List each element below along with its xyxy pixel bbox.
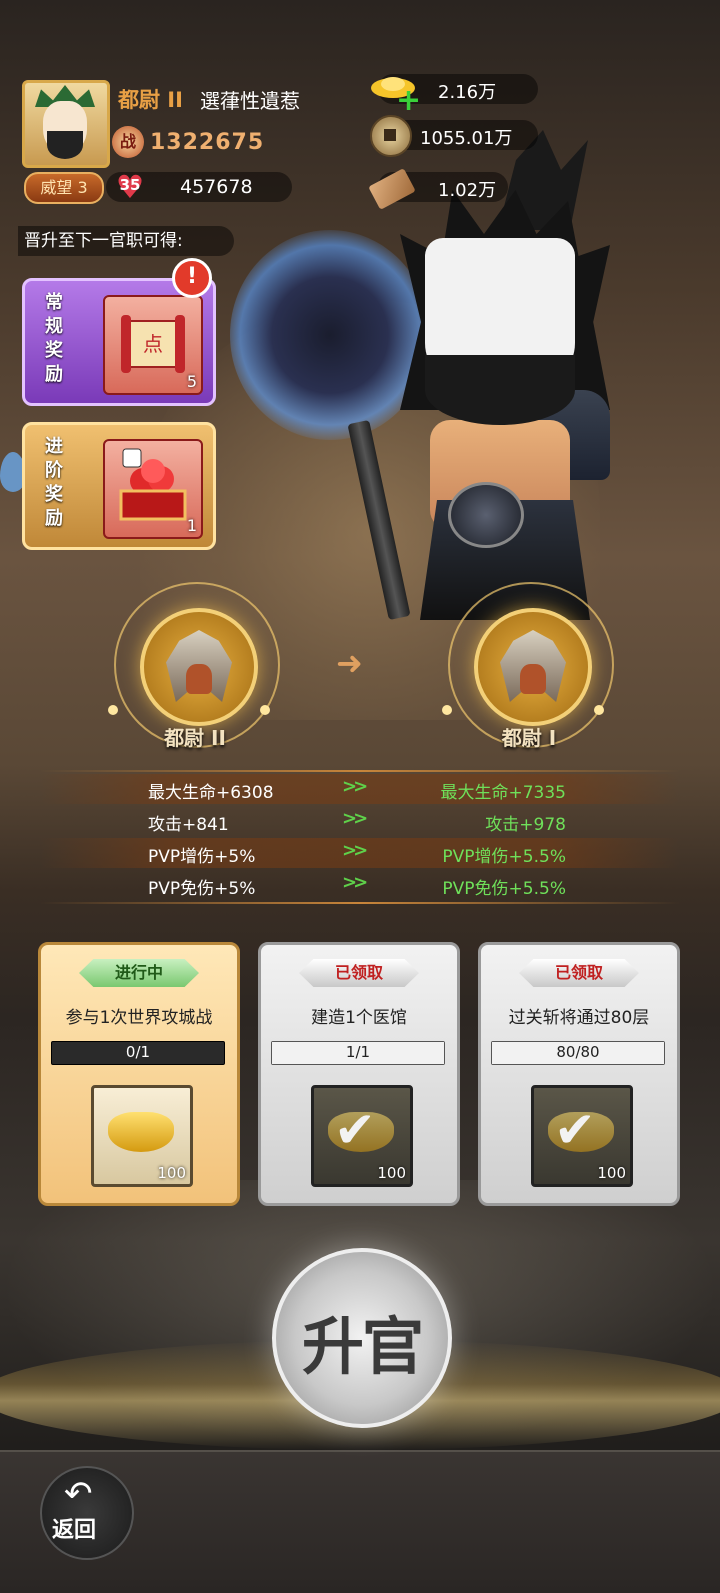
task-progress-text: 1/1 <box>345 1043 371 1061</box>
resource-wood-value: 1.02万 <box>438 180 497 201</box>
player-avatar[interactable] <box>22 80 110 168</box>
next-rank-medal <box>474 608 592 726</box>
task-status-tag: 进行中 <box>79 959 199 987</box>
stat-row: PVP增伤+5% >> PVP增伤+5.5% <box>40 838 680 868</box>
copper-coin-icon <box>370 115 412 157</box>
task-progress-bar: 0/1 <box>51 1041 225 1065</box>
current-rank-label: 都尉 II <box>164 726 226 750</box>
arrow-right-icon: ➜ <box>336 644 363 682</box>
double-arrow-icon: >> <box>342 872 368 893</box>
task-reward-slot: ✔ 100 <box>311 1085 413 1187</box>
double-arrow-icon: >> <box>342 840 368 861</box>
promote-button-label: 升官 <box>301 1310 424 1383</box>
task-reward-slot[interactable]: 100 <box>91 1085 193 1187</box>
task-description: 参与1次世界攻城战 <box>65 1008 213 1028</box>
task-progress-text: 80/80 <box>556 1043 600 1061</box>
combat-power-icon: 战 <box>112 126 144 158</box>
task-progress-text: 0/1 <box>125 1043 151 1061</box>
next-rank-label: 都尉 I <box>501 726 557 750</box>
double-arrow-icon: >> <box>342 808 368 829</box>
checkmark-icon: ✔ <box>554 1101 596 1159</box>
stat-next: PVP免伤+5.5% <box>442 879 566 899</box>
task-card[interactable]: 已领取 建造1个医馆 1/1 ✔ 100 <box>258 942 460 1206</box>
task-status-tag: 已领取 <box>519 959 639 987</box>
ring-dot <box>594 705 604 715</box>
back-button-label: 返回 <box>52 1517 97 1543</box>
scroll-item[interactable]: 点 5 <box>103 295 203 395</box>
stat-divider <box>40 770 680 772</box>
player-level: 35 <box>119 176 141 194</box>
stat-current: 最大生命+6308 <box>148 783 274 803</box>
gold-ingot-icon <box>108 1112 174 1152</box>
promote-button[interactable]: 升官 <box>272 1248 452 1428</box>
regular-reward-count: 5 <box>186 372 197 391</box>
add-gold-icon[interactable]: + <box>396 86 421 116</box>
hp-value: 457678 <box>180 176 253 198</box>
regular-reward-label: 常规奖励 <box>45 292 63 385</box>
task-card[interactable]: 进行中 参与1次世界攻城战 0/1 100 <box>38 942 240 1206</box>
player-rank: 都尉 II <box>118 88 183 112</box>
stat-next: 攻击+978 <box>485 815 566 835</box>
lightning-mace <box>230 230 430 440</box>
stat-row: PVP免伤+5% >> PVP免伤+5.5% <box>40 870 680 900</box>
return-arrow-icon: ↶ <box>64 1474 93 1514</box>
checkmark-icon: ✔ <box>334 1101 376 1159</box>
task-description: 过关斩将通过80层 <box>508 1008 650 1028</box>
advanced-reward-count: 1 <box>186 516 197 535</box>
stat-next: PVP增伤+5.5% <box>442 847 566 867</box>
svg-text:点: 点 <box>143 332 163 356</box>
task-description: 建造1个医馆 <box>311 1008 407 1028</box>
ring-dot <box>442 705 452 715</box>
stat-current: PVP免伤+5% <box>148 879 256 899</box>
task-progress-bar: 80/80 <box>491 1041 665 1065</box>
stat-current: 攻击+841 <box>148 815 229 835</box>
double-arrow-icon: >> <box>342 776 368 797</box>
task-reward-count: 100 <box>377 1164 406 1182</box>
promotion-reward-label: 晋升至下一官职可得: <box>18 226 234 256</box>
task-reward-count: 100 <box>157 1164 186 1182</box>
ring-dot <box>260 705 270 715</box>
resource-coin-value: 1055.01万 <box>420 128 513 149</box>
advanced-reward-label: 进阶奖励 <box>45 436 63 529</box>
character-belt <box>448 482 524 548</box>
prestige-badge[interactable]: 威望 3 <box>24 172 104 204</box>
ring-dot <box>108 705 118 715</box>
stat-next: 最大生命+7335 <box>440 783 566 803</box>
character-beard <box>425 355 575 425</box>
current-rank-medal <box>140 608 258 726</box>
back-button[interactable]: ↶ 返回 <box>40 1466 134 1560</box>
chest-item[interactable]: 1 <box>103 439 203 539</box>
stat-row: 攻击+841 >> 攻击+978 <box>40 806 680 836</box>
stat-row: 最大生命+6308 >> 最大生命+7335 <box>40 774 680 804</box>
alert-badge: ! <box>172 258 212 298</box>
advanced-reward-card[interactable]: 进阶奖励 1 <box>22 422 216 550</box>
stat-current: PVP增伤+5% <box>148 847 256 867</box>
combat-power-value: 1322675 <box>150 130 265 155</box>
task-status-tag: 已领取 <box>299 959 419 987</box>
player-name: 選葎性遺惹 <box>200 89 300 113</box>
task-reward-slot: ✔ 100 <box>531 1085 633 1187</box>
task-reward-count: 100 <box>597 1164 626 1182</box>
task-progress-bar: 1/1 <box>271 1041 445 1065</box>
task-card[interactable]: 已领取 过关斩将通过80层 80/80 ✔ 100 <box>478 942 680 1206</box>
resource-gold-value: 2.16万 <box>438 82 497 103</box>
stat-divider <box>40 902 680 904</box>
